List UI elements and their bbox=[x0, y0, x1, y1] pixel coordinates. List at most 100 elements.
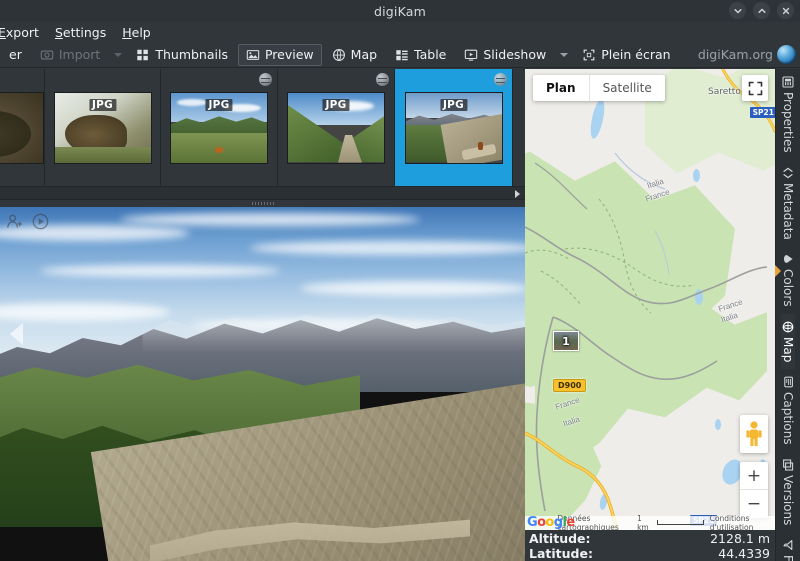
splitter-grip-icon bbox=[252, 202, 274, 205]
thumbnail-item[interactable]: JPG bbox=[161, 69, 278, 186]
toolbar-import-button[interactable]: Import bbox=[32, 44, 109, 66]
slideshow-dropdown-caret[interactable] bbox=[560, 53, 568, 57]
window-titlebar: digiKam bbox=[0, 0, 800, 22]
minimize-button[interactable] bbox=[729, 2, 746, 19]
map-streetview-pegman-button[interactable] bbox=[740, 415, 768, 453]
sidebar-tab-metadata-label: Metadata bbox=[781, 183, 795, 240]
cloud bbox=[300, 281, 525, 296]
map-zoom-in-button[interactable]: + bbox=[740, 462, 768, 490]
map-zoom-controls: + − bbox=[740, 462, 768, 518]
menubar: Export Settings Help bbox=[0, 22, 800, 42]
map-lake bbox=[588, 98, 607, 139]
map-marker-count: 1 bbox=[562, 335, 570, 348]
geolocation-icon bbox=[376, 73, 389, 86]
menu-export-label: xport bbox=[6, 25, 39, 40]
sidebar-tab-filters[interactable]: Filters bbox=[781, 532, 795, 561]
thumbnail-image bbox=[0, 92, 44, 164]
fullscreen-icon bbox=[582, 48, 596, 62]
chevron-down-icon bbox=[733, 6, 743, 16]
globe-icon bbox=[782, 321, 794, 333]
status-row-latitude: Latitude: 44.4339 bbox=[529, 546, 770, 561]
sidebar-tab-colors[interactable]: Colors bbox=[781, 246, 795, 314]
map-lake bbox=[695, 289, 703, 305]
main-toolbar: er Import Thumbnails bbox=[0, 42, 800, 68]
map-canvas[interactable]: Italia France France Italia France Itali… bbox=[525, 69, 775, 530]
thumbnail-scrollbar[interactable] bbox=[0, 186, 525, 200]
toolbar-truncated-label: er bbox=[9, 47, 22, 62]
menu-help[interactable]: Help bbox=[114, 23, 159, 42]
thumbnail-item[interactable] bbox=[0, 69, 45, 186]
toolbar-slideshow-button[interactable]: Slideshow bbox=[456, 44, 554, 66]
versions-icon bbox=[782, 459, 794, 471]
map-terms-link[interactable]: Conditions d'utilisation bbox=[710, 514, 775, 530]
right-sidebar: Properties Metadata Colors Map bbox=[775, 69, 800, 561]
preview-overlay-icons bbox=[6, 213, 49, 230]
image-preview-pane[interactable] bbox=[0, 207, 525, 561]
thumbnail-item-selected[interactable]: JPG bbox=[395, 69, 513, 186]
menu-export[interactable]: Export bbox=[0, 23, 47, 42]
sidebar-tab-properties[interactable]: Properties bbox=[781, 69, 795, 160]
map-fullscreen-button[interactable] bbox=[742, 75, 768, 101]
horizontal-splitter[interactable] bbox=[0, 200, 525, 207]
thumbnail-format-badge: JPG bbox=[205, 99, 232, 111]
toolbar-table-button[interactable]: Table bbox=[387, 44, 454, 66]
digikam-org-label[interactable]: digiKam.org bbox=[698, 47, 777, 62]
scroll-right-arrow-icon[interactable] bbox=[512, 188, 523, 199]
sidebar-tab-versions[interactable]: Versions bbox=[781, 452, 795, 532]
sidebar-tab-captions[interactable]: Captions bbox=[781, 369, 795, 452]
menu-settings[interactable]: Settings bbox=[47, 23, 114, 42]
thumbnail-format-badge: JPG bbox=[322, 99, 349, 111]
thumbnail-bar[interactable]: JPG JPG JPG bbox=[0, 69, 525, 186]
close-button[interactable] bbox=[777, 2, 794, 19]
preview-previous-arrow-icon[interactable] bbox=[10, 323, 23, 345]
maximize-button[interactable] bbox=[753, 2, 770, 19]
geolocation-icon bbox=[259, 73, 272, 86]
toolbar-fullscreen-button[interactable]: Plein écran bbox=[574, 44, 678, 66]
sidebar-active-indicator bbox=[775, 265, 781, 277]
import-icon bbox=[40, 48, 54, 62]
window-title: digiKam bbox=[374, 4, 426, 19]
sidebar-tab-map[interactable]: Map bbox=[781, 314, 795, 369]
preview-icon bbox=[246, 48, 260, 62]
toolbar-preview-button[interactable]: Preview bbox=[238, 44, 322, 66]
slideshow-icon bbox=[464, 48, 478, 62]
map-scale: 1 km bbox=[637, 514, 704, 530]
fullscreen-icon bbox=[748, 81, 763, 96]
sidebar-tab-versions-label: Versions bbox=[781, 475, 795, 525]
properties-icon bbox=[782, 76, 794, 88]
sidebar-tab-properties-label: Properties bbox=[781, 92, 795, 153]
cloud bbox=[120, 213, 420, 226]
toolbar-truncated-button[interactable]: er bbox=[1, 44, 30, 66]
chevron-up-icon bbox=[757, 6, 767, 16]
thumbnail-image: JPG bbox=[405, 92, 503, 164]
toolbar-map-label: Map bbox=[351, 47, 377, 62]
face-detect-icon[interactable] bbox=[6, 213, 23, 230]
thumbnail-image: JPG bbox=[54, 92, 152, 164]
import-dropdown-caret[interactable] bbox=[114, 53, 122, 57]
map-type-satellite-button[interactable]: Satellite bbox=[590, 75, 665, 101]
thumbnail-format-badge: JPG bbox=[440, 99, 467, 111]
close-icon bbox=[781, 6, 791, 16]
thumbnail-image: JPG bbox=[170, 92, 268, 164]
thumbnail-item[interactable]: JPG bbox=[45, 69, 161, 186]
latitude-label: Latitude: bbox=[529, 546, 593, 561]
filters-icon bbox=[782, 539, 794, 551]
geolocation-status-bar: Altitude: 2128.1 m Latitude: 44.4339 bbox=[525, 530, 775, 561]
sidebar-tab-captions-label: Captions bbox=[781, 392, 795, 445]
cloud bbox=[40, 265, 280, 277]
toolbar-thumbnails-button[interactable]: Thumbnails bbox=[128, 44, 236, 66]
colors-icon bbox=[782, 253, 794, 265]
thumbnail-item[interactable]: JPG bbox=[278, 69, 395, 186]
map-lake bbox=[693, 169, 700, 182]
google-logo: Google bbox=[527, 516, 575, 529]
toolbar-map-button[interactable]: Map bbox=[324, 44, 385, 66]
digikam-logo-icon[interactable] bbox=[777, 45, 796, 64]
map-photo-cluster-marker[interactable]: 1 bbox=[553, 331, 579, 351]
cloud bbox=[250, 241, 525, 255]
sidebar-tab-metadata[interactable]: Metadata bbox=[781, 160, 795, 247]
toolbar-import-label: Import bbox=[59, 47, 101, 62]
map-type-plan-button[interactable]: Plan bbox=[533, 75, 590, 101]
map-pane[interactable]: Italia France France Italia France Itali… bbox=[525, 69, 775, 530]
menu-settings-label: ettings bbox=[63, 25, 106, 40]
play-icon[interactable] bbox=[32, 213, 49, 230]
